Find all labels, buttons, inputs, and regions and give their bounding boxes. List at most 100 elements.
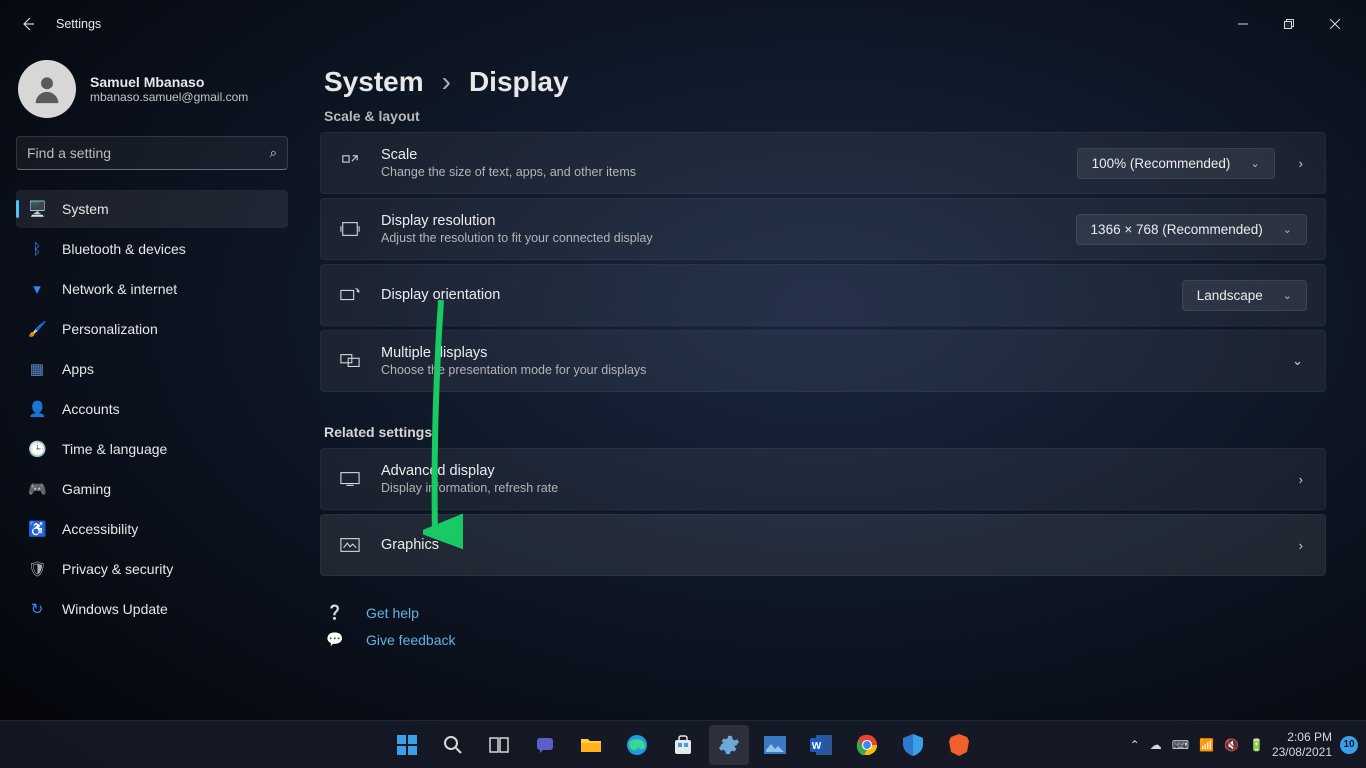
section-related: Related settings [320, 418, 1326, 448]
breadcrumb-parent[interactable]: System [324, 66, 424, 98]
search-input[interactable] [27, 145, 270, 161]
nav-label: Privacy & security [62, 561, 173, 577]
card-title: Graphics [381, 537, 1275, 553]
taskbar-edge[interactable] [617, 725, 657, 765]
brush-icon: 🖌️ [28, 320, 46, 338]
taskbar-word[interactable]: W [801, 725, 841, 765]
shield-icon: 🛡 [28, 560, 46, 578]
user-profile[interactable]: Samuel Mbanaso mbanaso.samuel@gmail.com [16, 56, 288, 136]
taskbar-search[interactable] [433, 725, 473, 765]
tray-onedrive-icon[interactable]: ☁ [1150, 738, 1162, 752]
nav-item-bluetooth[interactable]: ᛒ Bluetooth & devices [16, 230, 288, 268]
taskbar-chrome[interactable] [847, 725, 887, 765]
card-scale[interactable]: Scale Change the size of text, apps, and… [320, 132, 1326, 194]
nav-label: Windows Update [62, 601, 168, 617]
svg-text:W: W [812, 741, 822, 752]
back-button[interactable] [8, 4, 48, 44]
nav-item-privacy[interactable]: 🛡 Privacy & security [16, 550, 288, 588]
dropdown-value: 100% (Recommended) [1092, 156, 1231, 171]
nav-label: Network & internet [62, 281, 177, 297]
chevron-right-icon: › [1295, 538, 1307, 553]
give-feedback-link[interactable]: Give feedback [366, 632, 456, 648]
graphics-icon [339, 537, 361, 553]
search-box[interactable]: ⌕ [16, 136, 288, 170]
resolution-icon [339, 221, 361, 237]
nav-label: System [62, 201, 109, 217]
nav-item-network[interactable]: ▾ Network & internet [16, 270, 288, 308]
nav-label: Time & language [62, 441, 167, 457]
gaming-icon: 🎮 [28, 480, 46, 498]
nav-label: Gaming [62, 481, 111, 497]
card-title: Advanced display [381, 463, 1275, 479]
wifi-icon: ▾ [28, 280, 46, 298]
monitor-icon: 🖥️ [28, 200, 46, 218]
nav-item-update[interactable]: ↻ Windows Update [16, 590, 288, 628]
card-title: Display resolution [381, 213, 1056, 229]
get-help-link[interactable]: Get help [366, 605, 419, 621]
card-advanced-display[interactable]: Advanced display Display information, re… [320, 448, 1326, 510]
card-resolution[interactable]: Display resolution Adjust the resolution… [320, 198, 1326, 260]
chevron-right-icon: › [1295, 156, 1307, 171]
taskbar-store[interactable] [663, 725, 703, 765]
card-orientation[interactable]: Display orientation Landscape ⌄ [320, 264, 1326, 326]
card-desc: Adjust the resolution to fit your connec… [381, 231, 1056, 245]
section-scale-layout: Scale & layout [320, 102, 1326, 132]
clock-date: 23/08/2021 [1272, 745, 1332, 759]
card-title: Display orientation [381, 287, 1162, 303]
card-graphics[interactable]: Graphics › [320, 514, 1326, 576]
nav-label: Bluetooth & devices [62, 241, 186, 257]
breadcrumb-current: Display [469, 66, 569, 98]
orientation-dropdown[interactable]: Landscape ⌄ [1182, 280, 1307, 311]
nav-label: Personalization [62, 321, 158, 337]
taskbar-clock[interactable]: 2:06 PM 23/08/2021 [1272, 730, 1332, 759]
taskbar-apps: W [387, 725, 979, 765]
tray-overflow-icon[interactable]: ⌃ [1130, 738, 1140, 752]
nav-item-apps[interactable]: ▦ Apps [16, 350, 288, 388]
nav-item-system[interactable]: 🖥️ System [16, 190, 288, 228]
close-button[interactable] [1312, 8, 1358, 40]
titlebar: Settings [0, 0, 1366, 48]
taskbar-tray[interactable]: ⌃ ☁ ⌨ 📶 🔇 🔋 2:06 PM 23/08/2021 10 [1130, 730, 1366, 759]
nav-label: Apps [62, 361, 94, 377]
card-multiple-displays[interactable]: Multiple displays Choose the presentatio… [320, 330, 1326, 392]
multiple-displays-icon [339, 353, 361, 369]
taskbar-taskview[interactable] [479, 725, 519, 765]
tray-wifi-icon[interactable]: 📶 [1199, 738, 1214, 752]
tray-volume-icon[interactable]: 🔇 [1224, 738, 1239, 752]
nav-item-personalization[interactable]: 🖌️ Personalization [16, 310, 288, 348]
accessibility-icon: ♿ [28, 520, 46, 538]
card-title: Multiple displays [381, 345, 1268, 361]
dropdown-value: Landscape [1197, 288, 1263, 303]
resolution-dropdown[interactable]: 1366 × 768 (Recommended) ⌄ [1076, 214, 1307, 245]
monitor-icon [339, 471, 361, 487]
card-desc: Change the size of text, apps, and other… [381, 165, 1057, 179]
nav-label: Accessibility [62, 521, 138, 537]
taskbar-security[interactable] [893, 725, 933, 765]
chevron-down-icon: ⌄ [1250, 157, 1259, 170]
taskbar-start[interactable] [387, 725, 427, 765]
nav-item-time[interactable]: 🕒 Time & language [16, 430, 288, 468]
taskbar-settings[interactable] [709, 725, 749, 765]
taskbar-photos[interactable] [755, 725, 795, 765]
taskbar-chat[interactable] [525, 725, 565, 765]
bluetooth-icon: ᛒ [28, 241, 46, 258]
breadcrumb-sep-icon: › [442, 66, 451, 98]
notification-badge[interactable]: 10 [1340, 736, 1358, 754]
taskbar-explorer[interactable] [571, 725, 611, 765]
user-name: Samuel Mbanaso [90, 74, 248, 90]
taskbar-brave[interactable] [939, 725, 979, 765]
help-icon: ❔ [324, 604, 346, 621]
apps-icon: ▦ [28, 360, 46, 378]
minimize-button[interactable] [1220, 8, 1266, 40]
scale-dropdown[interactable]: 100% (Recommended) ⌄ [1077, 148, 1275, 179]
nav-item-accounts[interactable]: 👤 Accounts [16, 390, 288, 428]
tray-battery-icon[interactable]: 🔋 [1249, 738, 1264, 752]
feedback-link-row: 💬 Give feedback [320, 621, 1326, 648]
tray-keyboard-icon[interactable]: ⌨ [1172, 738, 1189, 752]
nav-label: Accounts [62, 401, 120, 417]
nav-item-gaming[interactable]: 🎮 Gaming [16, 470, 288, 508]
nav-item-accessibility[interactable]: ♿ Accessibility [16, 510, 288, 548]
avatar [18, 60, 76, 118]
maximize-button[interactable] [1266, 8, 1312, 40]
chevron-down-icon: ⌄ [1288, 353, 1307, 369]
